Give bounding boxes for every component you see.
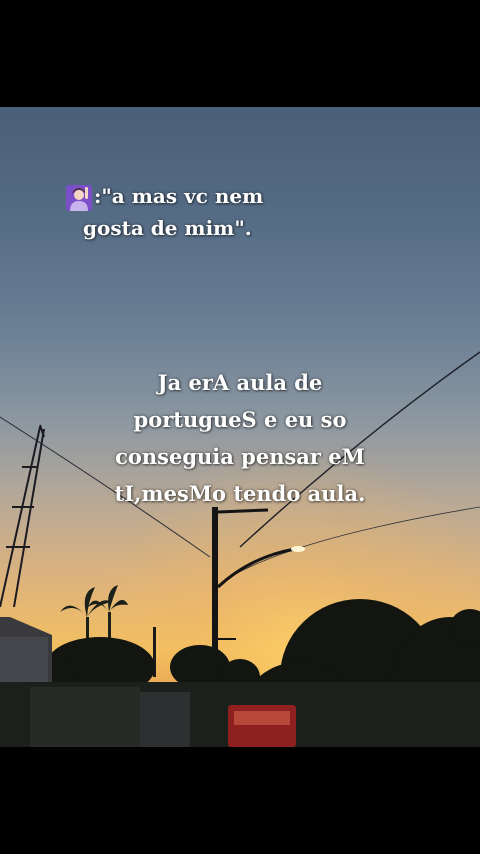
quote-line-1-text: :"a mas vc nem (94, 184, 264, 208)
quote-caption: :"a mas vc nem gosta de mim". (66, 180, 263, 244)
red-vehicle (228, 705, 296, 747)
main-caption: Ja erA aula de portugueS e eu so consegu… (40, 364, 440, 512)
main-line-1: Ja erA aula de (157, 370, 323, 395)
green-wall (30, 687, 140, 747)
quote-line-2: gosta de mim". (83, 216, 252, 240)
gate (140, 692, 190, 747)
main-line-2: portugueS e eu so (133, 407, 347, 432)
raising-hand-woman-icon (66, 184, 92, 211)
quote-line-1: :"a mas vc nem (66, 180, 263, 212)
main-line-3: conseguia pensar eM (115, 444, 365, 469)
video-frame: :"a mas vc nem gosta de mim". Ja erA aul… (0, 0, 480, 854)
main-line-4: tI,mesMo tendo aula. (114, 481, 366, 506)
